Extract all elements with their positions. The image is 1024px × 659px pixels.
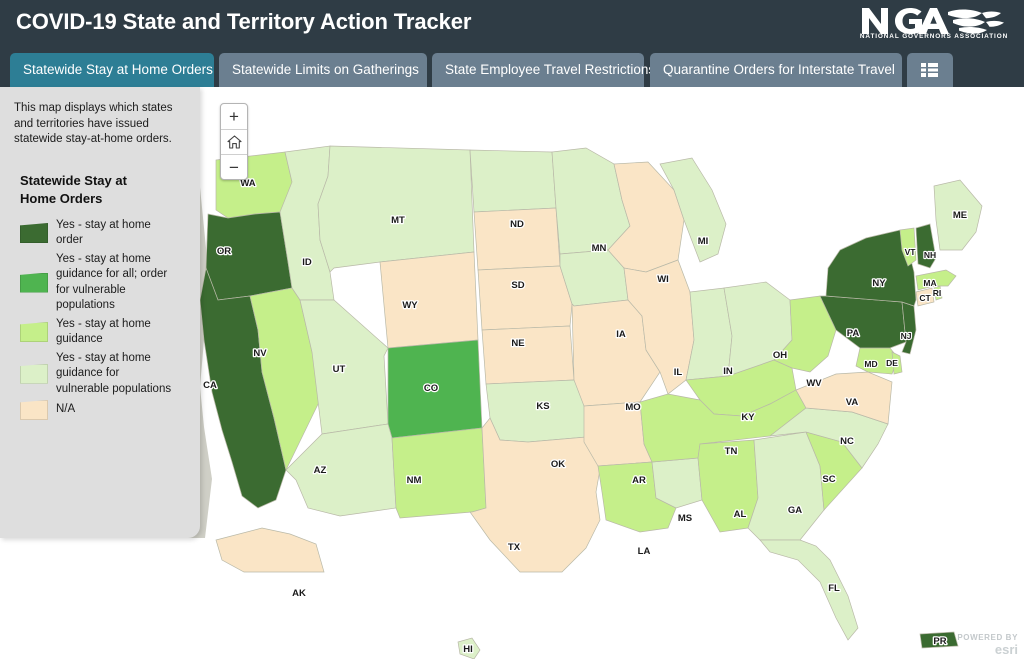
legend-swatch-icon <box>20 400 48 420</box>
legend-item-label: Yes - stay at home guidance <box>56 317 151 346</box>
map-description: This map displays which states and terri… <box>14 102 173 145</box>
state-label-mo: MO <box>625 402 640 413</box>
state-label-me: ME <box>953 210 967 221</box>
state-label-mn: MN <box>592 243 607 254</box>
legend-item-label: Yes - stay at home guidance for all; ord… <box>56 252 168 312</box>
map-attribution: POWERED BY esri <box>957 633 1018 657</box>
state-label-ri: RI <box>933 288 942 298</box>
map-state-ks[interactable] <box>481 325 575 385</box>
zoom-out-icon: − <box>229 157 239 177</box>
state-label-ct: CT <box>919 293 931 303</box>
legend-item-label: N/A <box>56 403 76 416</box>
legend-item-label: Yes - stay at home guidance for vulnerab… <box>56 351 172 395</box>
state-label-il: IL <box>674 367 683 378</box>
state-label-nh: NH <box>924 250 936 260</box>
state-label-in: IN <box>723 366 733 377</box>
zoom-control[interactable]: + − <box>220 103 248 180</box>
state-label-wi: WI <box>657 274 669 285</box>
state-label-hi: HI <box>463 644 473 655</box>
state-label-al: AL <box>734 509 747 520</box>
tab-stay-at-home[interactable]: Statewide Stay at Home Orders <box>10 53 214 87</box>
state-label-oh: OH <box>773 350 787 361</box>
map-state-ne[interactable] <box>477 265 573 331</box>
tab-table-view-button[interactable] <box>907 53 953 87</box>
state-label-ok: OK <box>551 459 565 470</box>
state-label-sd: SD <box>511 280 524 291</box>
nga-logo-subtitle: NATIONAL GOVERNORS ASSOCIATION <box>859 33 1009 40</box>
legend-swatch-icon <box>20 223 48 243</box>
state-label-tx: TX <box>508 542 521 553</box>
attribution-powered-by: POWERED BY <box>957 633 1018 642</box>
home-icon <box>226 135 242 149</box>
legend-item[interactable]: N/A <box>20 400 184 420</box>
map-state-wy[interactable] <box>379 251 479 349</box>
state-label-ny: NY <box>872 278 886 289</box>
state-label-la: LA <box>638 546 651 557</box>
state-label-or: OR <box>217 246 231 257</box>
default-extent-button[interactable] <box>221 129 247 154</box>
tab-bar: Statewide Stay at Home Orders Statewide … <box>0 49 1024 87</box>
map-state-nm[interactable] <box>391 427 487 519</box>
page-title: COVID-19 State and Territory Action Trac… <box>16 9 472 34</box>
legend-item[interactable]: Yes - stay at home guidance <box>20 317 184 348</box>
zoom-out-button[interactable]: − <box>221 154 247 179</box>
legend-item-label: Yes - stay at home order <box>56 218 151 247</box>
state-label-wy: WY <box>402 300 418 311</box>
legend-item[interactable]: Yes - stay at home order <box>20 218 184 249</box>
legend-swatch-icon <box>20 363 48 384</box>
table-list-icon <box>921 63 938 77</box>
legend-list: Yes - stay at home order Yes - stay at ho… <box>14 218 184 420</box>
state-label-nd: ND <box>510 219 524 230</box>
state-label-id: ID <box>302 257 312 268</box>
state-label-ar: AR <box>632 475 646 486</box>
state-label-ga: GA <box>788 505 802 516</box>
state-label-mt: MT <box>391 215 405 226</box>
state-label-wv: WV <box>806 378 822 389</box>
state-label-ca: CA <box>203 380 217 391</box>
state-label-mi: MI <box>698 236 709 247</box>
state-label-va: VA <box>846 397 859 408</box>
state-label-ks: KS <box>536 401 549 412</box>
state-label-ky: KY <box>741 412 755 423</box>
state-label-fl: FL <box>828 583 840 594</box>
state-label-nv: NV <box>253 348 267 359</box>
state-label-ne: NE <box>511 338 524 349</box>
state-label-vt: VT <box>905 247 917 257</box>
zoom-in-button[interactable]: + <box>221 104 247 129</box>
state-label-ut: UT <box>333 364 346 375</box>
tab-state-employee-travel[interactable]: State Employee Travel Restrictions <box>432 53 655 87</box>
state-label-pa: PA <box>847 328 860 339</box>
tab-limits-on-gatherings[interactable]: Statewide Limits on Gatherings <box>219 53 427 87</box>
map-state-nd[interactable] <box>469 149 557 213</box>
legend-swatch-icon <box>20 322 48 342</box>
app-header: COVID-19 State and Territory Action Trac… <box>0 0 1024 49</box>
state-label-ms: MS <box>678 513 692 524</box>
legend-item[interactable]: Yes - stay at home guidance for all; ord… <box>20 252 184 314</box>
legend-item[interactable]: Yes - stay at home guidance for vulnerab… <box>20 351 184 398</box>
state-label-az: AZ <box>314 465 327 476</box>
state-label-nm: NM <box>407 475 422 486</box>
state-label-de: DE <box>886 358 898 368</box>
state-label-ia: IA <box>616 329 626 340</box>
state-label-sc: SC <box>822 474 835 485</box>
state-label-ma: MA <box>923 278 936 288</box>
tab-quarantine-interstate[interactable]: Quarantine Orders for Interstate Travel <box>650 53 902 87</box>
legend-title: Statewide Stay at Home Orders <box>20 172 127 206</box>
zoom-in-icon: + <box>229 107 239 126</box>
map-state-mt[interactable] <box>317 145 475 273</box>
map-state-sd[interactable] <box>473 207 561 271</box>
state-label-md: MD <box>864 359 877 369</box>
state-label-nj: NJ <box>901 331 912 341</box>
legend-swatch-icon <box>20 272 48 293</box>
state-label-nc: NC <box>840 436 854 447</box>
state-label-ak: AK <box>292 588 306 599</box>
state-label-co: CO <box>424 383 438 394</box>
covid-action-tracker-app: COVID-19 State and Territory Action Trac… <box>0 0 1024 659</box>
attribution-brand: esri <box>994 642 1018 657</box>
state-label-pr: PR <box>933 636 946 647</box>
state-label-tn: TN <box>725 446 738 457</box>
legend-panel: This map displays which states and terri… <box>0 87 200 538</box>
